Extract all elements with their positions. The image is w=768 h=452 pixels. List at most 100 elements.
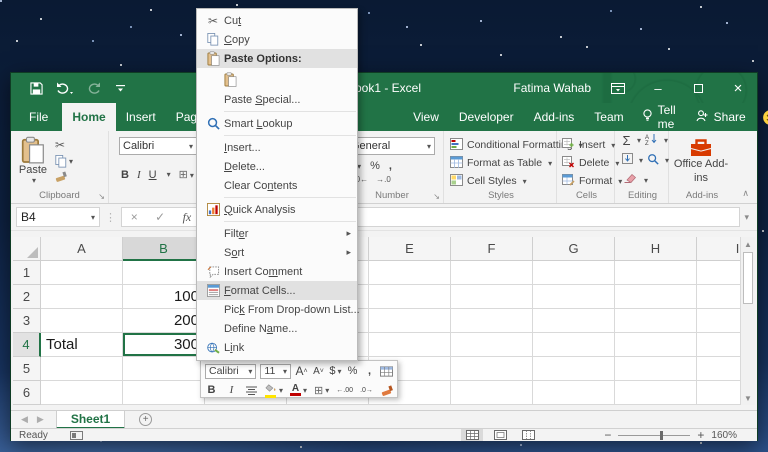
cell-i5[interactable]	[697, 357, 740, 381]
namebox-splitter[interactable]: ⋮	[105, 211, 116, 224]
mini-grow-font-button[interactable]: A˄	[295, 364, 308, 378]
decrease-decimal-button[interactable]: →.0	[376, 175, 391, 184]
mini-comma-button[interactable]: ,	[363, 365, 376, 377]
vertical-scrollbar[interactable]: ▲ ▼	[740, 237, 755, 405]
mini-bold-button[interactable]: B	[205, 384, 218, 396]
cell-b2[interactable]: 100	[123, 285, 205, 309]
percent-style-button[interactable]: %	[370, 160, 380, 172]
copy-button[interactable]: ▾	[55, 155, 73, 168]
vertical-scroll-thumb[interactable]	[743, 252, 753, 304]
scroll-down-icon[interactable]: ▼	[741, 391, 755, 405]
feedback-smiley-icon[interactable]	[758, 103, 768, 131]
mini-italic-button[interactable]: I	[225, 384, 238, 396]
menu-item-cut[interactable]: ✂Cut	[197, 11, 357, 30]
scroll-up-icon[interactable]: ▲	[741, 237, 755, 251]
cell-a6[interactable]	[41, 381, 123, 405]
cell-g2[interactable]	[533, 285, 615, 309]
format-painter-button[interactable]	[55, 171, 73, 182]
select-all-corner[interactable]	[13, 237, 41, 261]
tab-home[interactable]: Home	[62, 103, 115, 131]
row-header-5[interactable]: 5	[13, 357, 41, 381]
row-header-1[interactable]: 1	[13, 261, 41, 285]
cell-h5[interactable]	[615, 357, 697, 381]
zoom-slider[interactable]	[618, 435, 690, 436]
menu-item-clear-contents[interactable]: Clear Contents	[197, 176, 357, 195]
tab-file[interactable]: File	[15, 103, 62, 131]
cell-g5[interactable]	[533, 357, 615, 381]
comma-style-button[interactable]: ,	[389, 160, 392, 172]
cell-h6[interactable]	[615, 381, 697, 405]
column-header-f[interactable]: F	[451, 237, 533, 261]
page-layout-view-button[interactable]	[489, 429, 511, 441]
tab-insert[interactable]: Insert	[116, 103, 166, 131]
cell-f1[interactable]	[451, 261, 533, 285]
cell-e3[interactable]	[369, 309, 451, 333]
font-name-combo[interactable]: Calibri▾	[119, 137, 197, 155]
format-cells-button[interactable]: Format▾	[562, 172, 614, 190]
cell-g3[interactable]	[533, 309, 615, 333]
customize-qat-button[interactable]	[111, 79, 129, 97]
share-button[interactable]: Share	[684, 103, 758, 131]
tab-add-ins[interactable]: Add-ins	[524, 103, 585, 131]
cell-a1[interactable]	[41, 261, 123, 285]
cell-a4[interactable]: Total	[41, 333, 123, 357]
cell-e2[interactable]	[369, 285, 451, 309]
delete-cells-button[interactable]: Delete▾	[562, 154, 614, 172]
cell-i6[interactable]	[697, 381, 740, 405]
new-sheet-button[interactable]: +	[139, 413, 152, 426]
collapse-ribbon-button[interactable]: ∧	[742, 188, 749, 199]
column-header-a[interactable]: A	[41, 237, 123, 261]
normal-view-button[interactable]	[461, 429, 483, 441]
menu-item-define-name[interactable]: Define Name...	[197, 319, 357, 338]
mini-font-name-combo[interactable]: Calibri▾	[205, 364, 256, 379]
zoom-slider-thumb[interactable]	[660, 431, 663, 440]
cell-f6[interactable]	[451, 381, 533, 405]
cell-e1[interactable]	[369, 261, 451, 285]
tab-developer[interactable]: Developer	[449, 103, 524, 131]
row-header-2[interactable]: 2	[13, 285, 41, 309]
tab-team[interactable]: Team	[584, 103, 633, 131]
cell-g4[interactable]	[533, 333, 615, 357]
office-addins-button[interactable]: Office Add-ins	[671, 131, 731, 186]
cell-i3[interactable]	[697, 309, 740, 333]
next-sheet-icon[interactable]: ▶	[37, 414, 44, 425]
cell-b6[interactable]	[123, 381, 205, 405]
insert-function-button[interactable]: fx	[183, 210, 192, 225]
enter-entry-icon[interactable]: ✓	[155, 210, 165, 224]
cell-g6[interactable]	[533, 381, 615, 405]
menu-item-link[interactable]: Link	[197, 338, 357, 357]
ribbon-display-options-icon[interactable]	[605, 78, 631, 98]
close-button[interactable]: ×	[725, 78, 751, 98]
mini-center-button[interactable]	[245, 386, 258, 395]
cell-h4[interactable]	[615, 333, 697, 357]
insert-cells-button[interactable]: Insert▾	[562, 136, 614, 154]
cell-f5[interactable]	[451, 357, 533, 381]
minimize-button[interactable]: –	[645, 78, 671, 98]
cell-b5[interactable]	[123, 357, 205, 381]
row-header-6[interactable]: 6	[13, 381, 41, 405]
cancel-entry-icon[interactable]: ×	[131, 210, 138, 224]
cell-f4[interactable]	[451, 333, 533, 357]
cell-a3[interactable]	[41, 309, 123, 333]
menu-item-filter[interactable]: Filter▸	[197, 224, 357, 243]
expand-formula-bar-icon[interactable]: ▾	[744, 212, 749, 223]
maximize-button[interactable]	[685, 78, 711, 98]
mini-borders-button[interactable]: ⊞▾	[314, 384, 329, 397]
underline-button[interactable]: U	[149, 169, 157, 181]
mini-fill-color-button[interactable]: ▾	[265, 383, 283, 398]
fill-button[interactable]	[622, 153, 633, 167]
mini-shrink-font-button[interactable]: A˅	[312, 366, 325, 377]
clipboard-dialog-launcher[interactable]: ↘	[98, 192, 105, 201]
italic-button[interactable]: I	[137, 169, 141, 181]
zoom-in-button[interactable]: +	[697, 428, 704, 442]
mini-format-painter-icon[interactable]	[380, 385, 393, 396]
menu-item-quick-analysis[interactable]: Quick Analysis	[197, 200, 357, 219]
cell-h1[interactable]	[615, 261, 697, 285]
cell-h2[interactable]	[615, 285, 697, 309]
column-header-i[interactable]: I	[697, 237, 740, 261]
mini-font-size-combo[interactable]: 11▾	[260, 364, 291, 379]
number-dialog-launcher[interactable]: ↘	[433, 192, 440, 201]
menu-item-sort[interactable]: Sort▸	[197, 243, 357, 262]
menu-item-paste-special[interactable]: Paste Special...	[197, 90, 357, 109]
cell-styles-button[interactable]: Cell Styles▾	[450, 172, 556, 190]
